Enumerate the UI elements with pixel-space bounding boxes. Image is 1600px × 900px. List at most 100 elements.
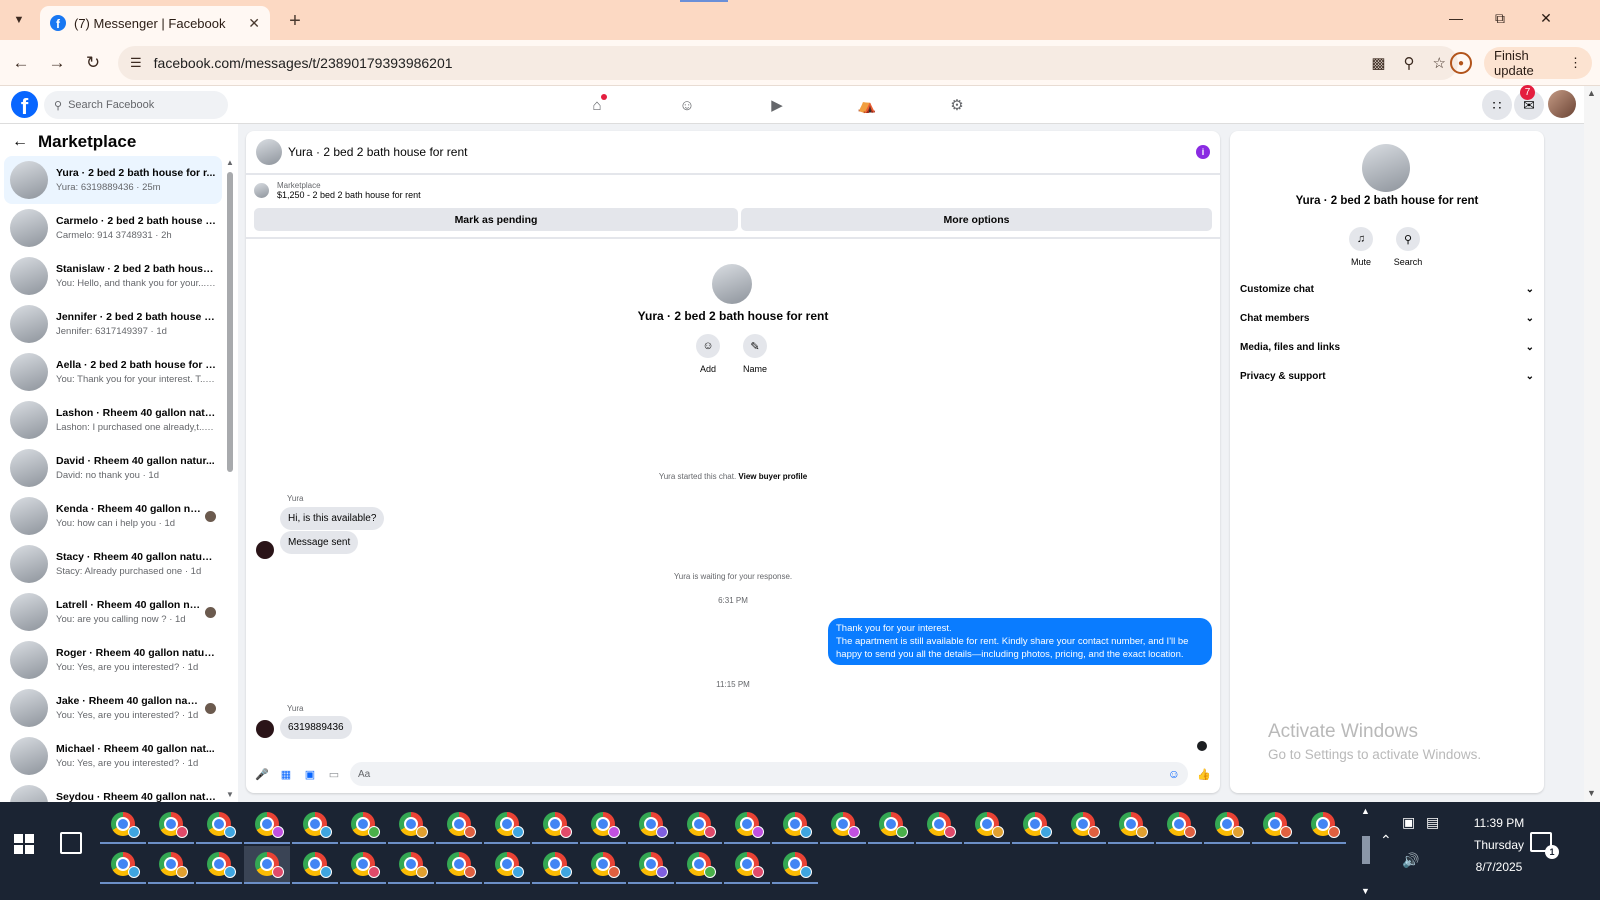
conversation-scrollbar[interactable]: ▲ ▼	[226, 158, 234, 802]
conversation-item[interactable]: Yura · 2 bed 2 bath house for r... Yura: …	[4, 156, 222, 204]
chat-info-icon[interactable]: i	[1196, 145, 1210, 159]
conversation-item[interactable]: Stacy · Rheem 40 gallon natura... Stacy: …	[4, 540, 222, 588]
chrome-taskbar-icon[interactable]	[100, 846, 146, 884]
chrome-taskbar-icon[interactable]	[292, 846, 338, 884]
bookmark-star-icon[interactable]: ☆	[1433, 54, 1446, 72]
customize-chat-row[interactable]: Customize chat ⌄	[1240, 276, 1534, 302]
scroll-down-icon[interactable]: ▼	[1361, 886, 1370, 896]
meet-now-icon[interactable]: ▣	[1402, 814, 1415, 831]
chrome-taskbar-icon[interactable]	[724, 806, 770, 844]
chrome-taskbar-icon[interactable]	[148, 846, 194, 884]
conversation-item[interactable]: Roger · Rheem 40 gallon natur... You: Yes…	[4, 636, 222, 684]
info-avatar[interactable]	[1362, 144, 1410, 192]
volume-icon[interactable]: 🔊	[1402, 852, 1419, 869]
video-nav-icon[interactable]: ▶	[764, 92, 790, 118]
conversation-item[interactable]: Jake · Rheem 40 gallon natur... You: Yes,…	[4, 684, 222, 732]
chrome-taskbar-icon[interactable]	[1204, 806, 1250, 844]
chrome-taskbar-icon[interactable]	[148, 806, 194, 844]
incoming-message[interactable]: Hi, is this available?	[280, 507, 385, 530]
reload-button[interactable]: ↻	[82, 52, 104, 74]
add-people-button[interactable]: ☺ Add	[688, 334, 728, 374]
chrome-taskbar-icon[interactable]	[820, 806, 866, 844]
chrome-taskbar-icon[interactable]	[628, 846, 674, 884]
install-app-icon[interactable]: ▩	[1371, 54, 1385, 72]
chat-header-avatar[interactable]	[256, 139, 282, 165]
chrome-taskbar-icon[interactable]	[1300, 806, 1346, 844]
notification-center-icon[interactable]: 1	[1530, 832, 1559, 859]
scroll-up-icon[interactable]: ▲	[226, 158, 234, 167]
facebook-search-input[interactable]: ⚲ Search Facebook	[44, 91, 228, 119]
conversation-item[interactable]: Lashon · Rheem 40 gallon natu... Lashon: …	[4, 396, 222, 444]
taskbar-scroll[interactable]: ▲ ▼	[1358, 802, 1374, 900]
chrome-taskbar-icon[interactable]	[388, 806, 434, 844]
chat-title[interactable]: Yura · 2 bed 2 bath house for rent	[288, 145, 1190, 159]
incoming-message[interactable]: 6319889436	[280, 716, 352, 739]
conversation-item[interactable]: Jennifer · 2 bed 2 bath house f... Jennif…	[4, 300, 222, 348]
chrome-taskbar-icon[interactable]	[532, 806, 578, 844]
chrome-taskbar-icon[interactable]	[244, 806, 290, 844]
url-text[interactable]: facebook.com/messages/t/2389017939398620…	[154, 55, 1354, 71]
restore-window-button[interactable]: ⧉	[1490, 10, 1510, 27]
chrome-taskbar-icon[interactable]	[1108, 806, 1154, 844]
chrome-taskbar-icon[interactable]	[580, 806, 626, 844]
marketplace-listing[interactable]: Marketplace $1,250 - 2 bed 2 bath house …	[254, 181, 421, 200]
chrome-taskbar-icon[interactable]	[436, 806, 482, 844]
chrome-taskbar-icon[interactable]	[244, 846, 290, 884]
scrollbar-thumb[interactable]	[227, 172, 233, 472]
taskbar-scroll-thumb[interactable]	[1362, 836, 1370, 864]
media-files-links-row[interactable]: Media, files and links ⌄	[1240, 334, 1534, 360]
edit-name-button[interactable]: ✎ Name	[735, 334, 775, 374]
chrome-taskbar-icon[interactable]	[916, 806, 962, 844]
menu-grid-icon[interactable]: ∷	[1482, 90, 1512, 120]
chrome-taskbar-icon[interactable]	[532, 846, 578, 884]
scroll-down-icon[interactable]: ▼	[226, 790, 234, 799]
page-scrollbar[interactable]: ▲ ▼	[1584, 86, 1600, 802]
chrome-taskbar-icon[interactable]	[1012, 806, 1058, 844]
microphone-icon[interactable]: 🎤	[254, 766, 270, 782]
chrome-taskbar-icon[interactable]	[724, 846, 770, 884]
scroll-up-icon[interactable]: ▲	[1587, 88, 1596, 98]
scroll-up-icon[interactable]: ▲	[1361, 806, 1370, 816]
chrome-taskbar-icon[interactable]	[772, 806, 818, 844]
chrome-taskbar-icon[interactable]	[484, 846, 530, 884]
forward-button[interactable]: →	[46, 52, 68, 74]
scroll-down-icon[interactable]: ▼	[1587, 788, 1596, 798]
conversation-item[interactable]: Latrell · Rheem 40 gallon nat... You: are…	[4, 588, 222, 636]
finish-update-button[interactable]: Finish update ⋮	[1484, 47, 1592, 79]
network-icon[interactable]: ▤	[1426, 814, 1439, 831]
account-avatar[interactable]	[1548, 90, 1576, 118]
message-input[interactable]: Aa ☺	[350, 762, 1188, 786]
conversation-profile-avatar[interactable]	[712, 264, 752, 304]
chrome-taskbar-icon[interactable]	[676, 806, 722, 844]
site-info-icon[interactable]: ☰	[130, 55, 142, 71]
gallery-icon[interactable]: ▦	[278, 766, 294, 782]
chrome-taskbar-icon[interactable]	[964, 806, 1010, 844]
sticker-icon[interactable]: ▣	[302, 766, 318, 782]
incoming-message[interactable]: Message sent	[280, 531, 359, 554]
more-options-button[interactable]: More options	[741, 208, 1212, 231]
friends-nav-icon[interactable]: ☺	[674, 92, 700, 118]
tab-close-icon[interactable]: ✕	[248, 15, 260, 32]
home-nav-icon[interactable]: ⌂	[584, 92, 610, 118]
mute-button[interactable]: ♫ Mute	[1339, 227, 1383, 267]
new-tab-button[interactable]: +	[282, 8, 308, 34]
chrome-taskbar-icon[interactable]	[868, 806, 914, 844]
facebook-logo-icon[interactable]: f	[11, 91, 38, 118]
chrome-taskbar-icon[interactable]	[196, 846, 242, 884]
conversation-item[interactable]: Carmelo · 2 bed 2 bath house f... Carmelo…	[4, 204, 222, 252]
emoji-icon[interactable]: ☺	[1168, 767, 1180, 781]
chrome-taskbar-icon[interactable]	[676, 846, 722, 884]
chrome-taskbar-icon[interactable]	[100, 806, 146, 844]
task-view-icon[interactable]	[60, 832, 82, 854]
back-arrow-icon[interactable]: ←	[12, 133, 28, 151]
windows-start-icon[interactable]	[14, 834, 34, 854]
chrome-taskbar-icon[interactable]	[196, 806, 242, 844]
chrome-taskbar-icon[interactable]	[628, 806, 674, 844]
chrome-taskbar-icon[interactable]	[1252, 806, 1298, 844]
minimize-window-button[interactable]: —	[1446, 10, 1466, 26]
conversation-item[interactable]: Kenda · Rheem 40 gallon nat... You: how c…	[4, 492, 222, 540]
sender-avatar[interactable]	[256, 720, 274, 738]
show-hidden-icons-chevron-icon[interactable]: ⌃	[1380, 832, 1392, 849]
chat-members-row[interactable]: Chat members ⌄	[1240, 305, 1534, 331]
back-button[interactable]: ←	[10, 52, 32, 74]
